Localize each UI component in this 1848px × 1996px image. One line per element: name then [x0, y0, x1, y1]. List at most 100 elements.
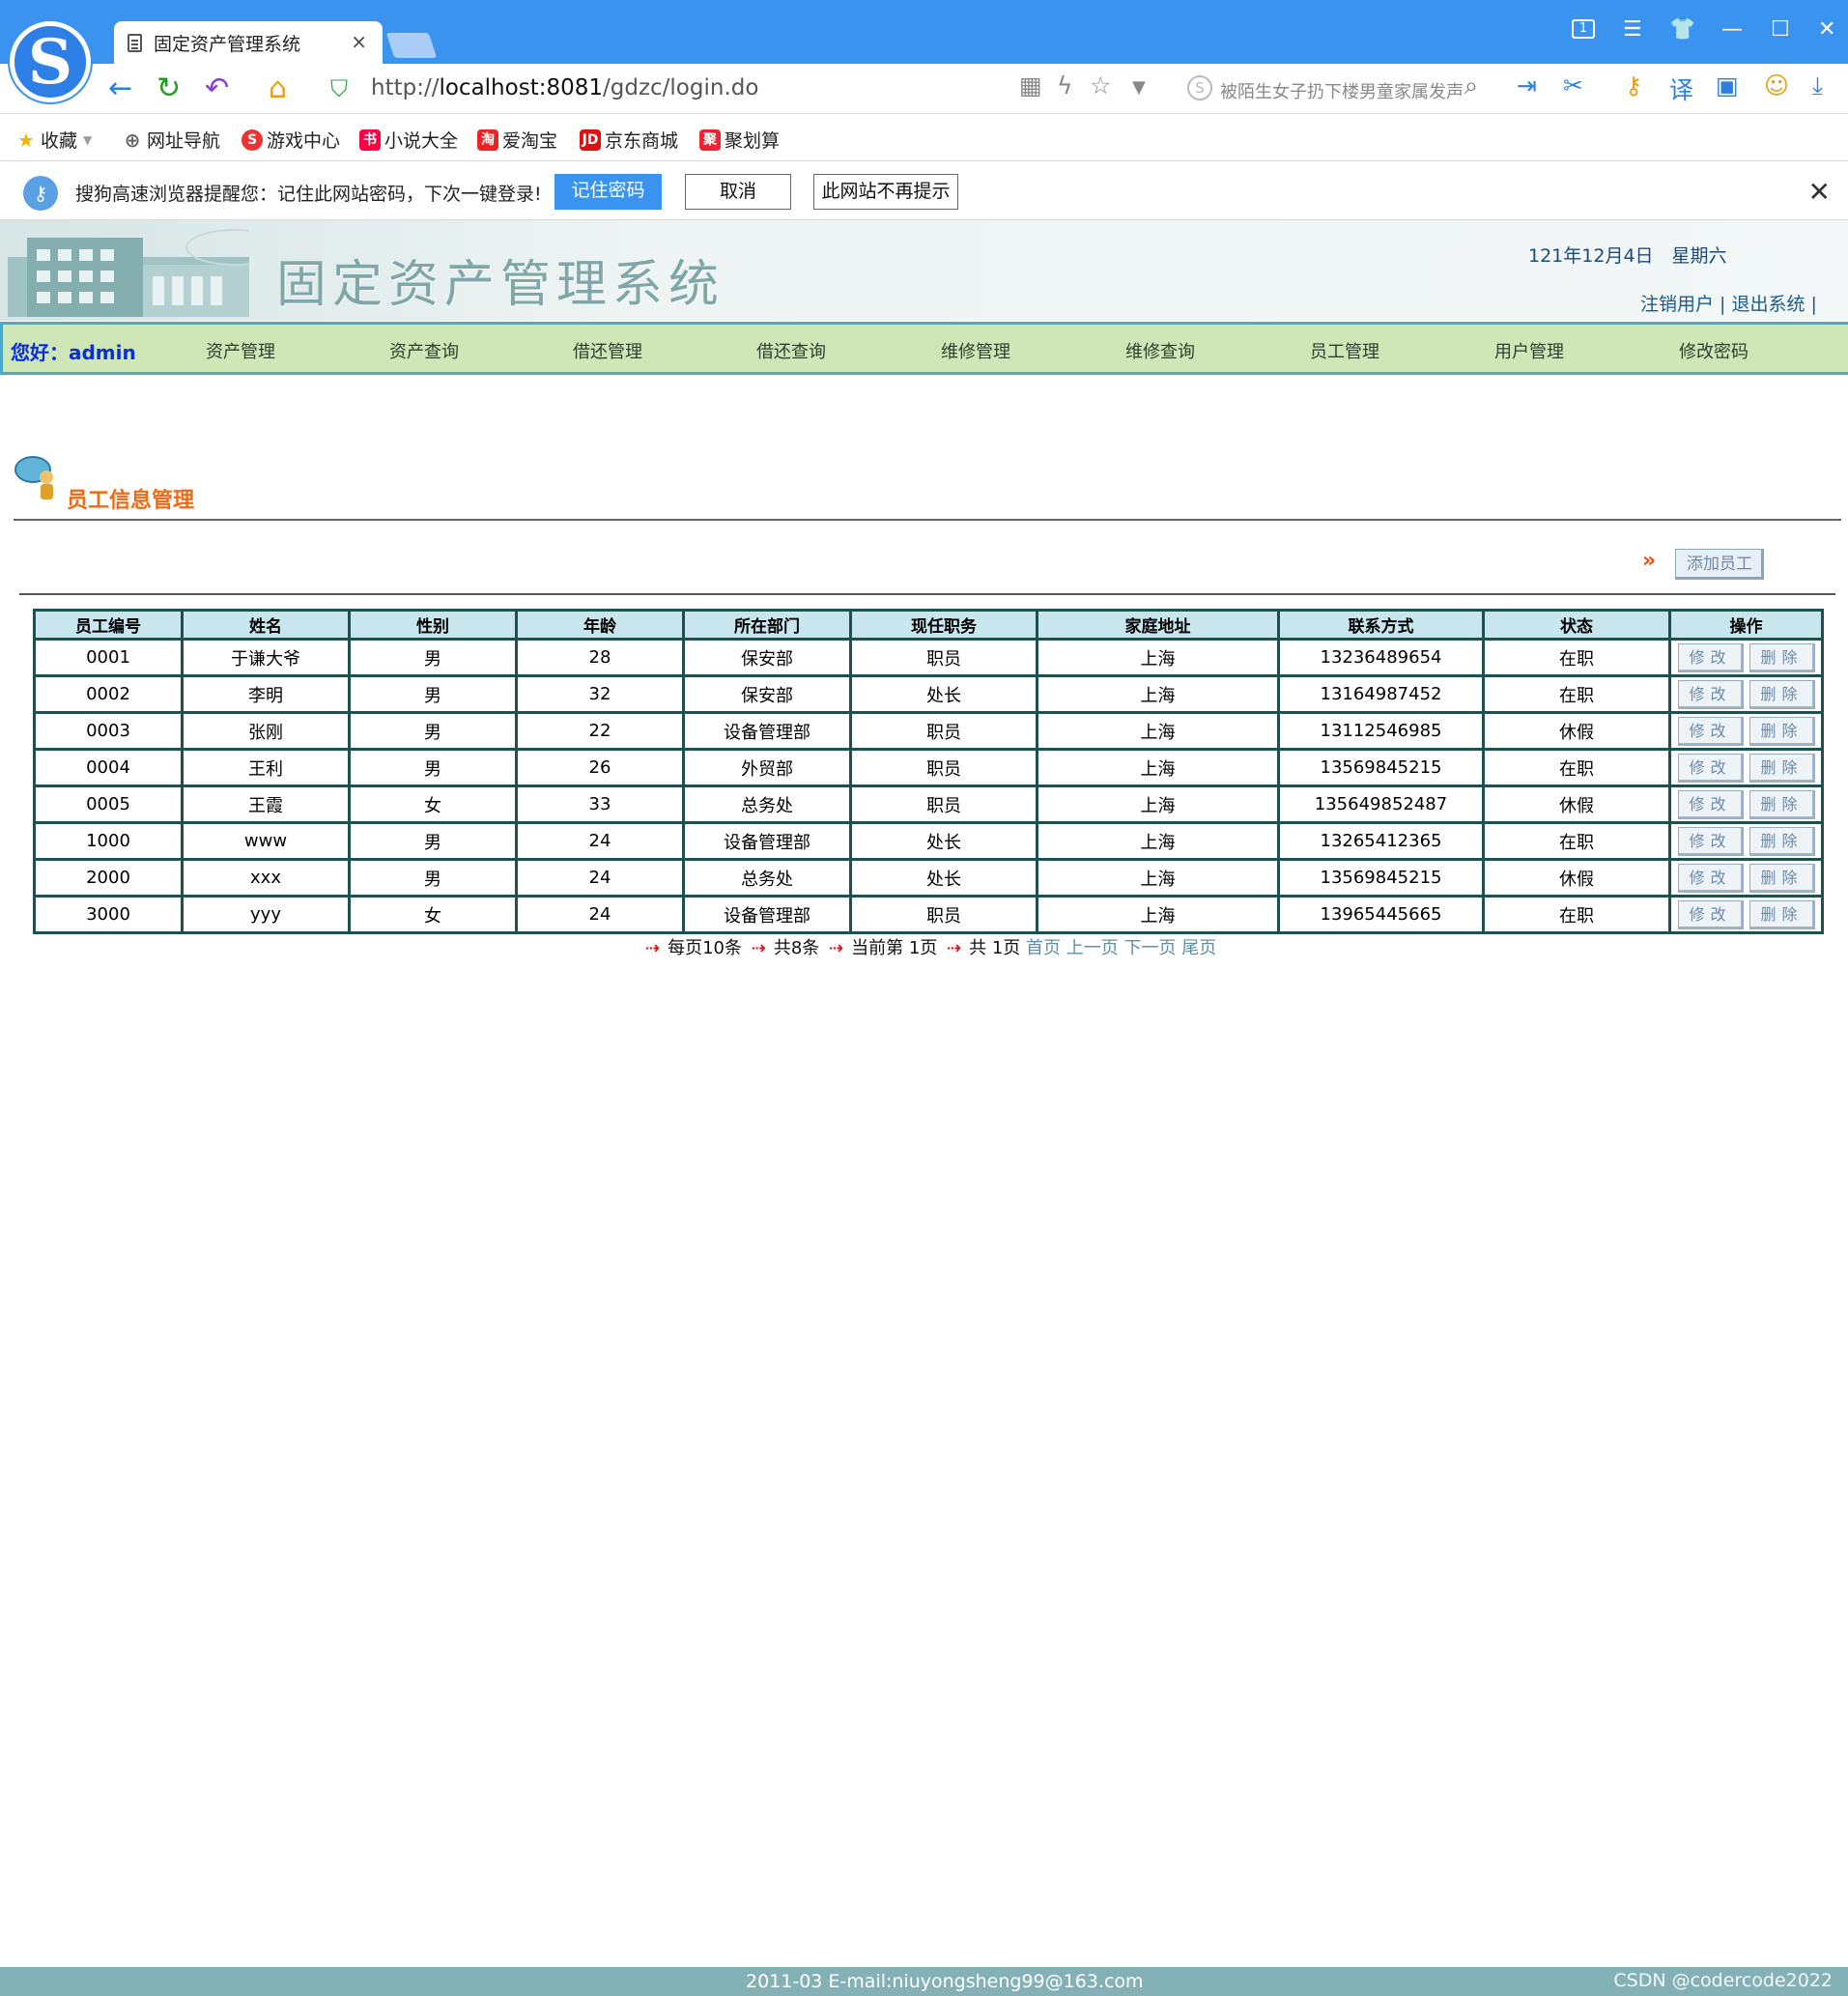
edit-button[interactable]: 修改 — [1677, 716, 1744, 746]
menu-asset-manage[interactable]: 资产管理 — [206, 338, 275, 363]
site-banner: 固定资产管理系统 121年12月4日 星期六 注销用户 | 退出系统 | — [0, 220, 1848, 321]
edit-button[interactable]: 修改 — [1677, 789, 1744, 819]
translate-icon[interactable]: 译 — [1669, 71, 1693, 106]
edit-button[interactable]: 修改 — [1677, 863, 1744, 893]
page-counter-icon[interactable]: 1 — [1572, 19, 1595, 39]
bookmark-juhuasuan[interactable]: 聚聚划算 — [699, 127, 780, 153]
menu-user-manage[interactable]: 用户管理 — [1494, 338, 1564, 363]
bookmark-favorites[interactable]: ★ 收藏 ▼ — [15, 127, 92, 153]
menu-borrow-manage[interactable]: 借还管理 — [573, 338, 642, 363]
home-icon[interactable]: ⌂ — [269, 71, 287, 105]
delete-button[interactable]: 删除 — [1748, 753, 1815, 783]
search-input[interactable]: S 被陌生女子扔下楼男童家属发声 — [1183, 71, 1502, 106]
menu-change-password[interactable]: 修改密码 — [1679, 338, 1748, 363]
download-icon[interactable]: ⤓ — [1812, 71, 1823, 100]
reader-icon[interactable]: ▣ — [1716, 71, 1739, 100]
new-tab-button[interactable] — [385, 33, 438, 58]
cell-title: 处长 — [849, 674, 1038, 714]
edit-button[interactable]: 修改 — [1677, 826, 1744, 856]
lightning-icon[interactable]: ϟ — [1057, 71, 1073, 100]
bookmark-nav[interactable]: ⊕ 网址导航 — [122, 127, 220, 153]
key-icon[interactable]: ⚷ — [1625, 71, 1642, 100]
bookmark-taobao[interactable]: 淘爱淘宝 — [477, 127, 557, 153]
delete-button[interactable]: 删除 — [1748, 642, 1815, 672]
delete-button[interactable]: 删除 — [1748, 679, 1815, 709]
tab-close-icon[interactable]: × — [351, 30, 367, 53]
cell-phone: 13236489654 — [1277, 638, 1485, 677]
cell-phone: 13112546985 — [1277, 711, 1485, 751]
first-page-link[interactable]: 首页 — [1026, 938, 1061, 958]
cell-id: 2000 — [33, 858, 184, 898]
col-header-age: 年龄 — [515, 609, 685, 641]
remember-password-button[interactable]: 记住密码 — [554, 174, 662, 210]
col-header-name: 姓名 — [181, 609, 351, 641]
edit-button[interactable]: 修改 — [1677, 642, 1744, 672]
cell-age: 33 — [515, 784, 685, 824]
cell-gender: 男 — [348, 821, 518, 861]
edit-button[interactable]: 修改 — [1677, 679, 1744, 709]
cell-phone: 135649852487 — [1277, 784, 1485, 824]
maximize-icon[interactable]: ☐ — [1771, 17, 1790, 42]
add-employee-button[interactable]: 添加员工 — [1675, 549, 1764, 580]
divider — [19, 593, 1835, 595]
bookmark-jd[interactable]: JD 京东商城 — [580, 127, 678, 153]
cell-address: 上海 — [1036, 858, 1280, 898]
table-row: 0003 张刚男 22 设备管理部 职员 上海 13112546985 休假 修改 删除 — [33, 711, 1824, 751]
cell-id: 3000 — [33, 895, 184, 934]
cell-age: 24 — [515, 821, 685, 861]
divider — [14, 519, 1841, 521]
bookmark-novels[interactable]: 书小说大全 — [359, 127, 458, 153]
refresh-icon[interactable]: ↻ — [156, 71, 181, 105]
url-field[interactable]: http://localhost:8081/gdzc/login.do — [371, 75, 758, 100]
logout-links[interactable]: 注销用户 | 退出系统 | — [1640, 290, 1817, 316]
edit-button[interactable]: 修改 — [1677, 753, 1744, 783]
scissors-icon[interactable]: ✂ — [1563, 71, 1583, 100]
delete-button[interactable]: 删除 — [1748, 826, 1815, 856]
next-page-link[interactable]: 下一页 — [1124, 938, 1177, 958]
cell-address: 上海 — [1036, 711, 1280, 751]
cell-name: 李明 — [181, 674, 351, 714]
never-prompt-button[interactable]: 此网站不再提示 — [813, 174, 958, 210]
qrcode-icon[interactable]: ▦ — [1019, 71, 1042, 100]
more-icon[interactable]: ☺ — [1764, 71, 1789, 100]
edit-button[interactable]: 修改 — [1677, 899, 1744, 929]
cancel-button[interactable]: 取消 — [685, 174, 791, 210]
menu-repair-manage[interactable]: 维修管理 — [941, 338, 1010, 363]
cell-gender: 男 — [348, 711, 518, 751]
browser-tab[interactable]: 固定资产管理系统 × — [114, 21, 383, 64]
last-page-link[interactable]: 尾页 — [1181, 938, 1216, 958]
delete-button[interactable]: 删除 — [1748, 899, 1815, 929]
cell-gender: 男 — [348, 674, 518, 714]
cell-status: 在职 — [1482, 821, 1671, 861]
search-icon[interactable]: ⌕ — [1464, 71, 1478, 100]
close-icon[interactable]: ✕ — [1808, 176, 1831, 208]
minimize-icon[interactable]: — — [1721, 17, 1743, 42]
star-icon[interactable]: ☆ — [1090, 71, 1111, 100]
taobao-icon: 淘 — [477, 128, 498, 151]
cell-name: yyy — [181, 895, 351, 934]
delete-button[interactable]: 删除 — [1748, 863, 1815, 893]
cell-phone: 13265412365 — [1277, 821, 1485, 861]
col-header-id: 员工编号 — [33, 609, 184, 641]
cell-dept: 设备管理部 — [682, 711, 852, 751]
delete-button[interactable]: 删除 — [1748, 789, 1815, 819]
login-icon[interactable]: ⇥ — [1517, 71, 1537, 100]
cell-address: 上海 — [1036, 784, 1280, 824]
skin-icon[interactable]: 👕 — [1669, 17, 1695, 42]
menu-repair-query[interactable]: 维修查询 — [1125, 338, 1195, 363]
back-icon[interactable]: ← — [108, 71, 132, 105]
undo-close-icon[interactable]: ↶ — [205, 71, 229, 105]
prev-page-link[interactable]: 上一页 — [1066, 938, 1119, 958]
greeting: 您好：admin — [11, 341, 136, 364]
employee-table: 员工编号 姓名 性别 年龄 所在部门 现任职务 家庭地址 联系方式 状态 操作 … — [33, 609, 1824, 934]
close-window-icon[interactable]: ✕ — [1818, 17, 1835, 42]
menu-employee-manage[interactable]: 员工管理 — [1310, 338, 1379, 363]
menu-asset-query[interactable]: 资产查询 — [389, 338, 459, 363]
delete-button[interactable]: 删除 — [1748, 716, 1815, 746]
watermark: CSDN @codercode2022 — [1613, 1970, 1833, 1991]
cell-address: 上海 — [1036, 674, 1280, 714]
menu-borrow-query[interactable]: 借还查询 — [756, 338, 826, 363]
bookmark-games[interactable]: S 游戏中心 — [242, 127, 340, 153]
dropdown-icon[interactable]: ▼ — [1132, 77, 1146, 98]
menu-icon[interactable]: ☰ — [1623, 17, 1642, 42]
